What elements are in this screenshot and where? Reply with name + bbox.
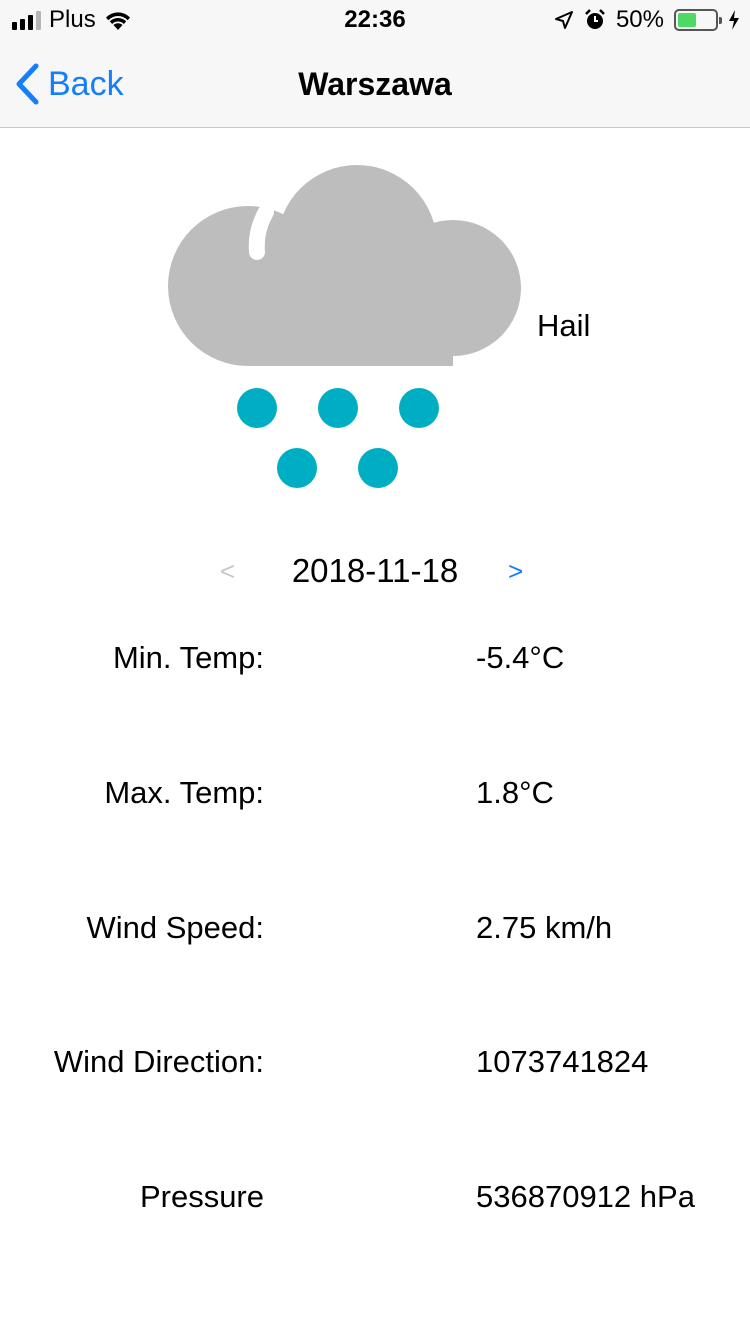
wind-speed-label: Wind Speed: <box>86 910 265 945</box>
date-selector: < 2018-11-18 > <box>0 550 750 596</box>
charging-icon <box>729 10 739 30</box>
min-temp-value: -5.4°C <box>476 640 565 675</box>
date-label: 2018-11-18 <box>291 552 459 589</box>
hail-icon <box>168 165 521 488</box>
pressure-value: 536870912 hPa <box>476 1179 695 1214</box>
cloud-icon <box>168 165 521 366</box>
battery-icon <box>674 9 722 31</box>
max-temp-label: Max. Temp: <box>104 775 264 810</box>
alarm-icon <box>585 9 605 29</box>
min-temp-label: Min. Temp: <box>112 640 264 675</box>
status-right: 50% <box>554 6 740 34</box>
weather-condition: Hail <box>537 308 591 343</box>
wind-speed-value: 2.75 km/h <box>476 910 613 945</box>
navigation-bar: Back Warszawa <box>0 40 750 128</box>
max-temp-value: 1.8°C <box>476 775 554 810</box>
hail-stones <box>237 388 439 488</box>
battery-level-fill <box>678 13 696 27</box>
next-day-button[interactable]: > <box>508 556 523 587</box>
wind-direction-label: Wind Direction: <box>53 1044 264 1079</box>
status-bar: Plus 22:36 50% <box>0 0 750 40</box>
wind-direction-value: 1073741824 <box>476 1044 649 1079</box>
pressure-label: Pressure <box>139 1179 264 1214</box>
location-icon <box>554 11 573 29</box>
page-title: Warszawa <box>298 66 452 102</box>
battery-percent: 50% <box>615 6 664 33</box>
